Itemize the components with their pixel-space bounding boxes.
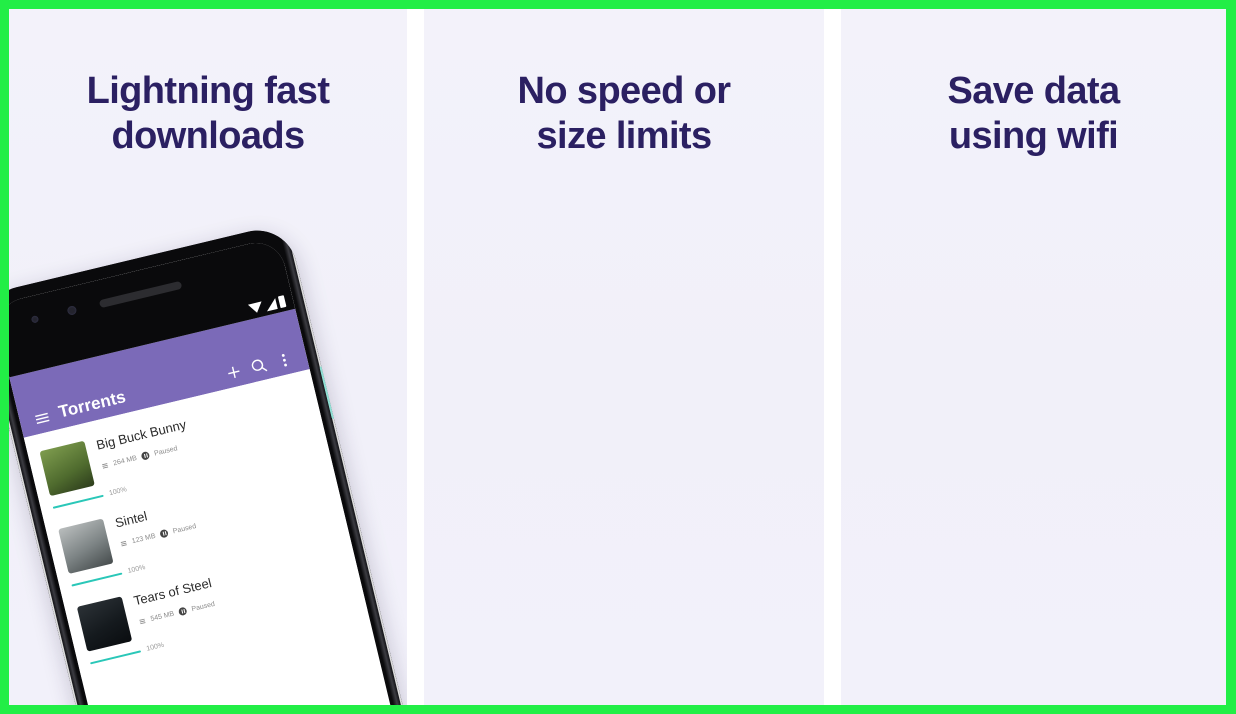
files-icon bbox=[101, 462, 109, 469]
phone-screen: Torrents Big Buck Bunny 264 MB Paused 10… bbox=[9, 236, 402, 705]
menu-icon[interactable] bbox=[32, 408, 52, 428]
green-border-frame: Lightning fast downloads Torrents Big Bu… bbox=[0, 0, 1236, 714]
earpiece-speaker-icon bbox=[98, 280, 183, 309]
progress-percent: 100% bbox=[108, 486, 128, 498]
torrent-size: 545 MB bbox=[149, 610, 175, 623]
files-icon bbox=[139, 618, 146, 624]
pause-status-icon bbox=[159, 528, 170, 539]
progress-percent: 100% bbox=[127, 564, 147, 575]
feature-panel-lightning-fast: Lightning fast downloads Torrents Big Bu… bbox=[9, 9, 407, 705]
phone-mockup-torrent-list: Torrents Big Buck Bunny 264 MB Paused 10… bbox=[9, 222, 407, 705]
headline-line-2: using wifi bbox=[948, 114, 1119, 157]
add-icon[interactable] bbox=[224, 362, 244, 382]
torrent-size: 123 MB bbox=[131, 532, 157, 545]
feature-panel-no-limits: No speed or size limits bbox=[424, 9, 824, 705]
power-button[interactable] bbox=[319, 365, 336, 420]
torrent-size: 264 MB bbox=[112, 454, 138, 467]
torrent-status: Paused bbox=[190, 600, 216, 613]
front-camera-secondary-icon bbox=[66, 305, 78, 316]
front-camera-icon bbox=[30, 315, 40, 324]
promo-stage: Lightning fast downloads Torrents Big Bu… bbox=[9, 9, 1226, 705]
headline-line-1: No speed or bbox=[517, 70, 732, 112]
feature-panel-save-data: Save data using wifi bbox=[841, 9, 1226, 705]
torrent-thumbnail bbox=[58, 518, 114, 574]
panel-headline: No speed or size limits bbox=[424, 69, 824, 159]
battery-icon bbox=[277, 295, 287, 309]
torrent-status: Paused bbox=[153, 444, 179, 458]
panel-headline: Lightning fast downloads bbox=[9, 69, 407, 159]
wifi-icon bbox=[247, 301, 264, 315]
panel-headline: Save data using wifi bbox=[841, 69, 1226, 159]
signal-icon bbox=[264, 297, 278, 311]
headline-line-2: size limits bbox=[536, 114, 712, 157]
headline-line-1: Save data bbox=[947, 70, 1120, 112]
pause-status-icon bbox=[178, 606, 188, 617]
headline-line-2: downloads bbox=[111, 114, 305, 157]
pause-status-icon bbox=[140, 450, 151, 461]
progress-percent: 100% bbox=[145, 641, 165, 653]
torrent-thumbnail bbox=[39, 440, 95, 497]
search-icon[interactable] bbox=[249, 356, 269, 376]
headline-line-1: Lightning fast bbox=[86, 70, 330, 112]
files-icon bbox=[120, 540, 127, 546]
torrent-thumbnail bbox=[76, 596, 133, 652]
overflow-menu-icon[interactable] bbox=[274, 350, 294, 370]
torrent-status: Paused bbox=[172, 522, 197, 535]
